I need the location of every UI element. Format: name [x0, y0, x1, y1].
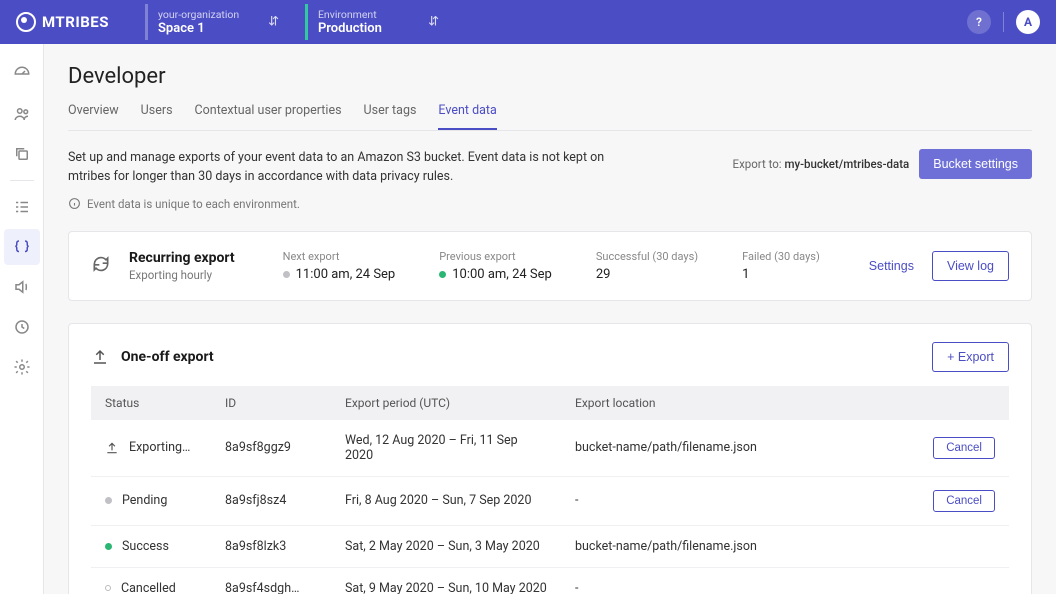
sidebar-item-developer[interactable] [4, 229, 40, 265]
status-dot-green [105, 543, 112, 550]
th-status: Status [91, 386, 211, 420]
prev-export-label: Previous export [439, 250, 552, 263]
status-dot-grey [105, 497, 112, 504]
recurring-title: Recurring export [129, 250, 235, 266]
brand-name: MTRIBES [42, 13, 109, 31]
sidebar-divider [10, 180, 34, 181]
brand-logo[interactable]: MTRIBES [16, 12, 109, 32]
info-icon [68, 197, 81, 210]
status-text: Exporting… [129, 440, 190, 455]
tab-contextual-user-properties[interactable]: Contextual user properties [195, 103, 342, 130]
next-export-label: Next export [283, 250, 396, 263]
export-id: 8a9sf4sdgh… [211, 567, 331, 594]
org-selector[interactable]: your-organization Space 1 ⇵ [145, 4, 285, 40]
status-dot-grey [283, 271, 290, 278]
table-row: Exporting… 8a9sf8ggz9Wed, 12 Aug 2020 – F… [91, 420, 1009, 477]
th-id: ID [211, 386, 331, 420]
status-dot-hollow [105, 585, 111, 591]
cancel-button[interactable]: Cancel [933, 490, 995, 512]
copy-icon [13, 145, 31, 163]
users-icon [13, 105, 31, 123]
environment-note: Event data is unique to each environment… [68, 197, 608, 211]
success-count-label: Successful (30 days) [596, 250, 698, 263]
env-value: Production [318, 21, 435, 36]
upload-icon [91, 348, 109, 366]
clock-icon [13, 318, 31, 336]
status-dot-green [439, 271, 446, 278]
chevron-updown-icon: ⇵ [268, 15, 279, 30]
table-row: Pending 8a9sfj8sz4Fri, 8 Aug 2020 – Sun, … [91, 476, 1009, 525]
th-period: Export period (UTC) [331, 386, 561, 420]
sidebar-item-history[interactable] [4, 309, 40, 345]
export-period: Wed, 12 Aug 2020 – Fri, 11 Sep 2020 [331, 420, 561, 477]
success-count-value: 29 [596, 267, 698, 282]
export-id: 8a9sfj8sz4 [211, 476, 331, 525]
export-to-label: Export to: my-bucket/mtribes-data [733, 157, 910, 171]
view-log-button[interactable]: View log [932, 251, 1009, 281]
gear-icon [13, 358, 31, 376]
chevron-updown-icon: ⇵ [428, 15, 439, 30]
status-text: Pending [122, 493, 167, 508]
status-text: Cancelled [121, 581, 176, 594]
org-value: Space 1 [158, 21, 275, 36]
env-selector[interactable]: Environment Production ⇵ [305, 4, 445, 40]
gauge-icon [13, 65, 31, 83]
recurring-export-card: Recurring export Exporting hourly Next e… [68, 231, 1032, 301]
recurring-settings-link[interactable]: Settings [869, 259, 914, 273]
sidebar-item-users[interactable] [4, 96, 40, 132]
failed-count-value: 1 [742, 267, 820, 282]
prev-export-value: 10:00 am, 24 Sep [439, 267, 552, 282]
export-location: - [561, 567, 919, 594]
tab-event-data[interactable]: Event data [438, 103, 496, 130]
page-title: Developer [68, 64, 1032, 89]
export-location: bucket-name/path/filename.json [561, 420, 919, 477]
tab-users[interactable]: Users [141, 103, 173, 130]
add-export-button[interactable]: + Export [932, 342, 1009, 372]
export-id: 8a9sf8ggz9 [211, 420, 331, 477]
failed-count-label: Failed (30 days) [742, 250, 820, 263]
oneoff-table: Status ID Export period (UTC) Export loc… [91, 386, 1009, 594]
sidebar-item-list[interactable] [4, 189, 40, 225]
env-label: Environment [318, 8, 435, 21]
table-row: Cancelled 8a9sf4sdgh…Sat, 9 May 2020 – Su… [91, 567, 1009, 594]
sidebar-item-dashboard[interactable] [4, 56, 40, 92]
intro-text: Set up and manage exports of your event … [68, 149, 608, 187]
refresh-icon [91, 254, 111, 278]
sidebar [0, 44, 44, 594]
export-period: Fri, 8 Aug 2020 – Sun, 7 Sep 2020 [331, 476, 561, 525]
export-location: - [561, 476, 919, 525]
export-id: 8a9sf8lzk3 [211, 525, 331, 567]
braces-icon [13, 238, 31, 256]
bucket-settings-button[interactable]: Bucket settings [919, 149, 1032, 179]
export-period: Sat, 9 May 2020 – Sun, 10 May 2020 [331, 567, 561, 594]
org-label: your-organization [158, 8, 275, 21]
export-period: Sat, 2 May 2020 – Sun, 3 May 2020 [331, 525, 561, 567]
logo-icon [16, 12, 36, 32]
help-button[interactable]: ? [967, 10, 991, 34]
tabs: Overview Users Contextual user properties U… [68, 103, 1032, 131]
export-location: bucket-name/path/filename.json [561, 525, 919, 567]
list-icon [13, 198, 31, 216]
tab-overview[interactable]: Overview [68, 103, 119, 130]
avatar[interactable]: A [1016, 10, 1040, 34]
recurring-subtitle: Exporting hourly [129, 268, 235, 282]
sidebar-item-audio[interactable] [4, 269, 40, 305]
oneoff-title: One-off export [121, 349, 214, 365]
speaker-icon [13, 278, 31, 296]
th-location: Export location [561, 386, 919, 420]
sidebar-item-settings[interactable] [4, 349, 40, 385]
divider [1003, 12, 1004, 32]
oneoff-export-card: One-off export + Export Status ID Export… [68, 323, 1032, 594]
next-export-value: 11:00 am, 24 Sep [283, 267, 396, 282]
upload-icon [105, 441, 119, 455]
tab-user-tags[interactable]: User tags [364, 103, 417, 130]
sidebar-item-copy[interactable] [4, 136, 40, 172]
cancel-button[interactable]: Cancel [933, 437, 995, 459]
table-row: Success 8a9sf8lzk3Sat, 2 May 2020 – Sun, … [91, 525, 1009, 567]
status-text: Success [122, 539, 169, 554]
